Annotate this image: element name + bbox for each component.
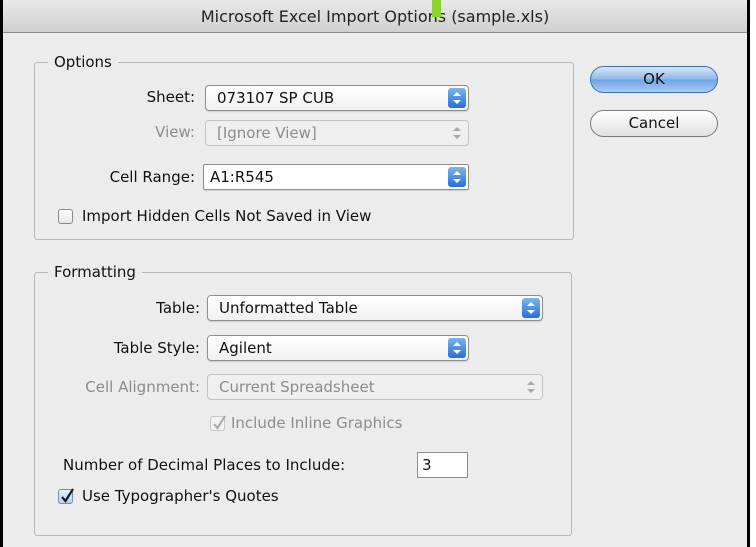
checkmark-icon xyxy=(213,415,226,430)
options-legend: Options xyxy=(48,53,118,71)
up-down-arrows-icon xyxy=(448,88,466,108)
table-select[interactable]: Unformatted Table xyxy=(207,295,543,321)
up-down-arrows-icon xyxy=(522,377,540,397)
window-frame-right xyxy=(747,0,750,547)
include-inline-graphics-checkbox[interactable] xyxy=(210,415,226,431)
table-value: Unformatted Table xyxy=(219,299,358,317)
typographers-quotes-label[interactable]: Use Typographer's Quotes xyxy=(82,487,279,505)
import-hidden-label[interactable]: Import Hidden Cells Not Saved in View xyxy=(82,207,371,225)
window-frame-left xyxy=(0,0,3,547)
decimal-places-input[interactable]: 3 xyxy=(417,452,468,478)
cancel-button[interactable]: Cancel xyxy=(590,110,718,137)
import-options-dialog: Options Sheet: 073107 SP CUB View: [Igno… xyxy=(0,33,747,547)
up-down-arrows-icon xyxy=(522,298,540,318)
view-select[interactable]: [Ignore View] xyxy=(205,120,469,146)
highlight-marker xyxy=(432,0,441,17)
cell-range-value: A1:R545 xyxy=(210,168,274,186)
cell-alignment-value: Current Spreadsheet xyxy=(219,378,375,396)
typographers-quotes-checkbox[interactable] xyxy=(58,488,74,504)
sheet-value: 073107 SP CUB xyxy=(217,89,335,107)
up-down-arrows-icon xyxy=(448,338,466,358)
sheet-select[interactable]: 073107 SP CUB xyxy=(205,85,469,111)
cell-alignment-label: Cell Alignment: xyxy=(85,378,200,396)
table-label: Table: xyxy=(156,299,200,317)
window-title: Microsoft Excel Import Options (sample.x… xyxy=(200,7,550,26)
table-style-label: Table Style: xyxy=(113,339,200,357)
view-label: View: xyxy=(155,123,195,141)
table-style-select[interactable]: Agilent xyxy=(207,335,469,361)
cell-alignment-select[interactable]: Current Spreadsheet xyxy=(207,374,543,400)
checkmark-icon xyxy=(61,488,74,503)
ok-button[interactable]: OK xyxy=(590,66,718,93)
sheet-label: Sheet: xyxy=(146,88,195,106)
decimal-places-label: Number of Decimal Places to Include: xyxy=(63,456,346,474)
up-down-arrows-icon xyxy=(448,123,466,143)
include-inline-graphics-label[interactable]: Include Inline Graphics xyxy=(231,414,402,432)
formatting-legend: Formatting xyxy=(48,263,142,281)
table-style-value: Agilent xyxy=(219,339,272,357)
cell-range-label: Cell Range: xyxy=(109,168,195,186)
cell-range-combo[interactable]: A1:R545 xyxy=(203,164,469,190)
view-value: [Ignore View] xyxy=(217,124,317,142)
window-title-bar[interactable]: Microsoft Excel Import Options (sample.x… xyxy=(0,0,750,33)
import-hidden-checkbox[interactable] xyxy=(58,209,73,224)
up-down-arrows-icon[interactable] xyxy=(448,167,466,187)
